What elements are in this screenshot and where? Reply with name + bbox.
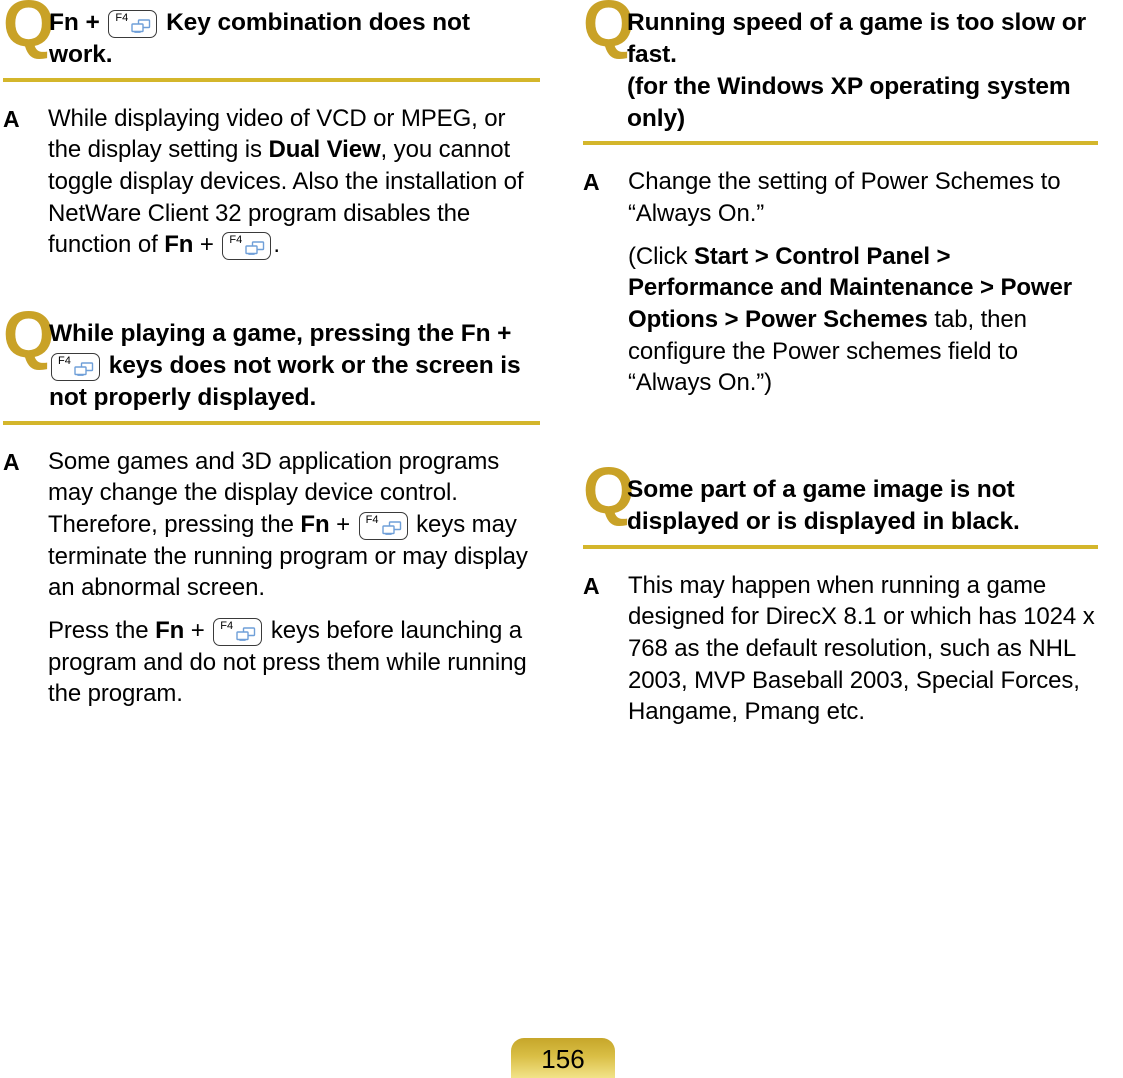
manual-page: Q Fn + F4 Key combination does not work.… xyxy=(0,0,1123,1078)
qa-entry-left-2: Q While playing a game, pressing the Fn … xyxy=(3,301,540,710)
answer-paragraph: (Click Start > Control Panel > Performan… xyxy=(628,241,1098,399)
question-divider xyxy=(3,420,540,425)
two-column-layout: Q Fn + F4 Key combination does not work.… xyxy=(0,0,1123,728)
answer-segment: Press the xyxy=(48,616,156,644)
question-text: Fn + F4 Key combination does not work. xyxy=(49,4,540,71)
f4-display-toggle-key-icon: F4 xyxy=(358,511,408,540)
qa-entry-right-2: Q Some part of a game image is not displ… xyxy=(583,457,1098,728)
question-text-part-2: (for the Windows XP operating system onl… xyxy=(627,72,1071,132)
answer-row: A This may happen when running a game de… xyxy=(583,570,1098,728)
f4-key-label: F4 xyxy=(365,513,379,526)
answer-paragraph: Press the Fn + F4 keys before launching … xyxy=(48,615,540,710)
question-text: Some part of a game image is not display… xyxy=(627,476,1020,535)
f4-key-label: F4 xyxy=(58,354,71,367)
answer-paragraph: Some games and 3D application programs m… xyxy=(48,446,540,604)
dual-display-icon xyxy=(381,521,401,535)
answer-paragraph: While displaying video of VCD or MPEG, o… xyxy=(48,103,540,261)
dual-display-icon xyxy=(74,362,94,376)
question-text-part-1: Running speed of a game is too slow or f… xyxy=(627,9,1087,68)
answer-segment: + xyxy=(184,616,212,644)
f4-key-label: F4 xyxy=(115,12,129,24)
question-text-part-2: keys does not work or the screen is not … xyxy=(49,351,521,411)
answer-bold-fn: Fn xyxy=(155,616,185,644)
f4-display-toggle-key-icon: F4 xyxy=(108,10,158,38)
qa-entry-right-1: Q Running speed of a game is too slow or… xyxy=(583,0,1098,399)
answer-marker: A xyxy=(583,572,600,599)
left-column: Q Fn + F4 Key combination does not work.… xyxy=(0,0,560,728)
question-text-part-1: While playing a game, pressing the Fn + xyxy=(49,320,512,348)
question-divider xyxy=(3,77,540,82)
question-text-part-1: Fn + xyxy=(49,9,100,36)
answer-segment: . xyxy=(273,231,280,259)
answer-bold-fn: Fn xyxy=(164,231,194,259)
question-divider xyxy=(583,141,1098,146)
question-marker: Q xyxy=(583,453,634,528)
f4-display-toggle-key-icon: F4 xyxy=(222,232,272,261)
question-text: While playing a game, pressing the Fn + … xyxy=(49,315,540,414)
f4-key-label: F4 xyxy=(220,619,234,632)
question-row: Q While playing a game, pressing the Fn … xyxy=(3,301,540,414)
answer-segment: + xyxy=(329,510,357,538)
question-row: Q Some part of a game image is not displ… xyxy=(583,457,1098,538)
qa-entry-left-1: Q Fn + F4 Key combination does not work.… xyxy=(3,0,540,261)
dual-display-icon xyxy=(236,627,256,641)
page-number: 156 xyxy=(511,1038,615,1078)
question-row: Q Running speed of a game is too slow or… xyxy=(583,0,1098,134)
f4-display-toggle-key-icon: F4 xyxy=(213,617,263,646)
answer-row: A While displaying video of VCD or MPEG,… xyxy=(3,103,540,261)
answer-paragraph: Change the setting of Power Schemes to “… xyxy=(628,168,1061,228)
answer-segment: + xyxy=(193,231,221,259)
answer-text: Some games and 3D application programs m… xyxy=(48,446,540,710)
answer-bold-dual-view: Dual View xyxy=(268,136,381,164)
answer-segment: (Click xyxy=(628,242,694,270)
answer-row: A Some games and 3D application programs… xyxy=(3,446,540,710)
f4-key-label: F4 xyxy=(229,234,243,247)
answer-marker: A xyxy=(3,105,20,132)
answer-marker: A xyxy=(583,169,600,196)
answer-bold-fn: Fn xyxy=(300,510,330,538)
answer-text: While displaying video of VCD or MPEG, o… xyxy=(48,103,540,261)
right-column: Q Running speed of a game is too slow or… xyxy=(560,0,1123,728)
dual-display-icon xyxy=(245,241,265,256)
answer-text: Change the setting of Power Schemes to “… xyxy=(628,166,1098,399)
question-marker: Q xyxy=(3,297,54,372)
answer-row: A Change the setting of Power Schemes to… xyxy=(583,166,1098,399)
dual-display-icon xyxy=(131,19,151,33)
f4-display-toggle-key-icon: F4 xyxy=(51,352,100,381)
question-divider xyxy=(583,544,1098,549)
question-text: Running speed of a game is too slow or f… xyxy=(627,4,1098,134)
answer-paragraph: This may happen when running a game desi… xyxy=(628,571,1095,726)
question-marker: Q xyxy=(3,0,54,60)
question-row: Q Fn + F4 Key combination does not work. xyxy=(3,0,540,71)
question-marker: Q xyxy=(583,0,634,60)
answer-text: This may happen when running a game desi… xyxy=(628,570,1098,728)
answer-marker: A xyxy=(3,448,20,475)
